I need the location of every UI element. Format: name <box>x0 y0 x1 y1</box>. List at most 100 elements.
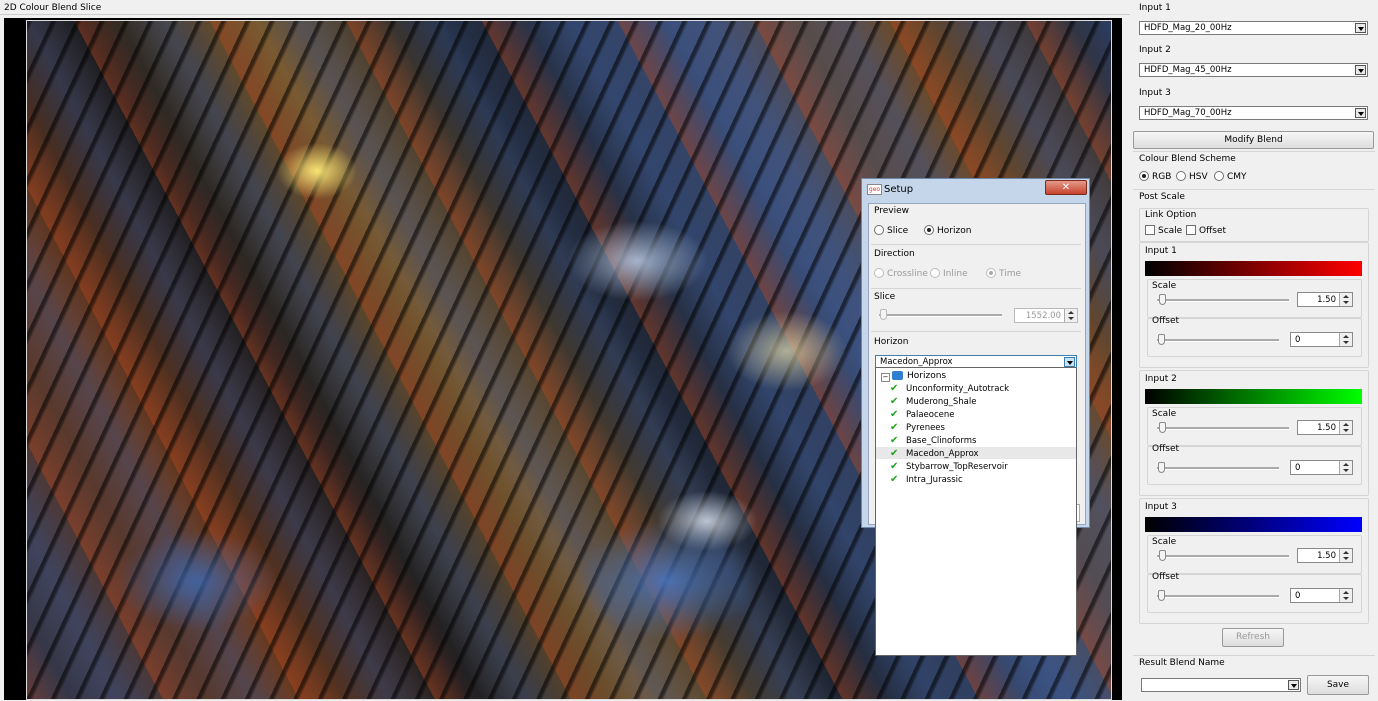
result-name-select[interactable] <box>1141 678 1301 692</box>
chevron-down-icon[interactable] <box>1064 357 1075 367</box>
link-option-title: Link Option <box>1145 210 1197 220</box>
direction-crossline-label: Crossline <box>887 269 928 279</box>
chevron-down-icon[interactable] <box>1355 65 1366 75</box>
channel-3-scale-slider[interactable] <box>1157 555 1289 558</box>
horizon-select-value: Macedon_Approx <box>880 357 953 367</box>
checkmark-icon: ✔ <box>890 435 899 446</box>
horizons-root-label: Horizons <box>907 371 947 381</box>
slice-slider-thumb[interactable] <box>880 309 887 320</box>
horizon-item-label: Unconformity_Autotrack <box>906 384 1010 394</box>
channel-3-offset-slider[interactable] <box>1157 595 1279 598</box>
save-button[interactable]: Save <box>1307 675 1369 695</box>
chevron-down-icon[interactable] <box>1288 680 1299 690</box>
input-3-select[interactable]: HDFD_Mag_70_00Hz <box>1139 106 1368 120</box>
preview-horizon-label: Horizon <box>937 226 972 236</box>
channel-1-scale-spinbox[interactable]: 1.50 <box>1297 292 1353 307</box>
channel-3-scale-label: Scale <box>1152 537 1177 547</box>
collapse-icon[interactable]: − <box>881 373 890 382</box>
channel-1-scale-value: 1.50 <box>1317 295 1336 305</box>
horizon-dropdown-list[interactable]: − Horizons ✔ Unconformity_Autotrack ✔ Muder… <box>875 367 1077 656</box>
channel-1-scale-slider[interactable] <box>1157 299 1289 302</box>
horizon-item[interactable]: ✔ Base_Clinoforms <box>890 435 977 446</box>
channel-3-offset-thumb[interactable] <box>1158 590 1165 601</box>
horizon-item-label: Palaeocene <box>906 410 955 420</box>
channel-2-scale-slider[interactable] <box>1157 427 1289 430</box>
channel-3-scale-thumb[interactable] <box>1159 550 1166 561</box>
channel-2-color-ramp <box>1145 389 1362 404</box>
checkmark-icon: ✔ <box>890 474 899 485</box>
channel-1-offset-slider[interactable] <box>1157 339 1279 342</box>
checkmark-icon: ✔ <box>890 461 899 472</box>
channel-3-scale-spinbox[interactable]: 1.50 <box>1297 548 1353 563</box>
channel-2-offset-spinbox[interactable]: 0 <box>1290 460 1353 475</box>
channel-1-scale-thumb[interactable] <box>1159 294 1166 305</box>
horizon-item-label: Stybarrow_TopReservoir <box>906 462 1008 472</box>
horizon-item[interactable]: ✔ Pyrenees <box>890 422 945 433</box>
horizon-item[interactable]: ✔ Macedon_Approx <box>890 448 979 459</box>
setup-logo-icon: geo <box>867 184 882 195</box>
scheme-cmy-radio[interactable] <box>1214 171 1224 181</box>
horizon-item[interactable]: ✔ Unconformity_Autotrack <box>890 383 1010 394</box>
setup-close-button[interactable]: ✕ <box>1045 180 1087 195</box>
channel-2-scale-label: Scale <box>1152 409 1177 419</box>
channel-1-label: Input 1 <box>1145 246 1177 256</box>
setup-title: Setup <box>884 184 914 195</box>
spin-arrows-icon[interactable] <box>1339 333 1352 346</box>
horizon-item[interactable]: ✔ Intra_Jurassic <box>890 474 963 485</box>
channel-2-scale-value: 1.50 <box>1317 423 1336 433</box>
channel-2-offset-label: Offset <box>1152 444 1180 454</box>
channel-2-scale-spinbox[interactable]: 1.50 <box>1297 420 1353 435</box>
input-1-value: HDFD_Mag_20_00Hz <box>1144 23 1232 33</box>
channel-1-offset-spinbox[interactable]: 0 <box>1290 332 1353 347</box>
horizon-item-label: Intra_Jurassic <box>906 475 963 485</box>
direction-crossline-radio[interactable] <box>874 268 884 278</box>
input-1-select[interactable]: HDFD_Mag_20_00Hz <box>1139 21 1368 35</box>
channel-2-offset-slider[interactable] <box>1157 467 1279 470</box>
horizons-folder-icon <box>892 371 903 380</box>
direction-inline-radio[interactable] <box>930 268 940 278</box>
checkmark-icon: ✔ <box>890 422 899 433</box>
control-panel: Input 1 HDFD_Mag_20_00Hz Input 2 HDFD_Ma… <box>1130 0 1378 700</box>
horizon-item-label: Macedon_Approx <box>906 449 979 459</box>
preview-title: Preview <box>874 206 910 216</box>
scheme-cmy-label: CMY <box>1227 172 1247 182</box>
chevron-down-icon[interactable] <box>1355 108 1366 118</box>
slice-slider-track[interactable] <box>879 314 1002 317</box>
channel-3-offset-spinbox[interactable]: 0 <box>1290 588 1353 603</box>
channel-1-offset-thumb[interactable] <box>1158 334 1165 345</box>
spin-arrows-icon[interactable] <box>1339 421 1352 434</box>
input-2-label: Input 2 <box>1139 45 1171 55</box>
preview-slice-radio[interactable] <box>874 225 884 235</box>
channel-2-scale-thumb[interactable] <box>1159 422 1166 433</box>
spin-arrows-icon[interactable] <box>1339 589 1352 602</box>
direction-title: Direction <box>874 249 915 259</box>
spin-arrows-icon[interactable] <box>1339 461 1352 474</box>
preview-horizon-radio[interactable] <box>924 225 934 235</box>
checkmark-icon: ✔ <box>890 396 899 407</box>
link-scale-checkbox[interactable] <box>1145 225 1155 235</box>
channel-3-scale-value: 1.50 <box>1317 551 1336 561</box>
channel-3-offset-label: Offset <box>1152 572 1180 582</box>
chevron-down-icon[interactable] <box>1355 23 1366 33</box>
link-offset-checkbox[interactable] <box>1186 225 1196 235</box>
scheme-hsv-radio[interactable] <box>1176 171 1186 181</box>
slice-spinbox[interactable]: 1552.00 <box>1014 308 1078 323</box>
horizon-item[interactable]: ✔ Stybarrow_TopReservoir <box>890 461 1008 472</box>
channel-3-label: Input 3 <box>1145 502 1177 512</box>
channel-2-label: Input 2 <box>1145 374 1177 384</box>
slice-spin-arrows-icon[interactable] <box>1064 309 1077 322</box>
divider <box>1133 655 1375 656</box>
input-2-select[interactable]: HDFD_Mag_45_00Hz <box>1139 63 1368 77</box>
horizon-item[interactable]: ✔ Muderong_Shale <box>890 396 976 407</box>
direction-time-radio[interactable] <box>986 268 996 278</box>
modify-blend-button[interactable]: Modify Blend <box>1133 131 1374 149</box>
refresh-button[interactable]: Refresh <box>1222 628 1284 647</box>
scheme-rgb-radio[interactable] <box>1139 171 1149 181</box>
slice-title: Slice <box>874 292 896 302</box>
spin-arrows-icon[interactable] <box>1339 549 1352 562</box>
spin-arrows-icon[interactable] <box>1339 293 1352 306</box>
preview-slice-label: Slice <box>887 226 909 236</box>
channel-2-offset-thumb[interactable] <box>1158 462 1165 473</box>
horizon-item[interactable]: ✔ Palaeocene <box>890 409 955 420</box>
horizon-item-label: Base_Clinoforms <box>906 436 977 446</box>
